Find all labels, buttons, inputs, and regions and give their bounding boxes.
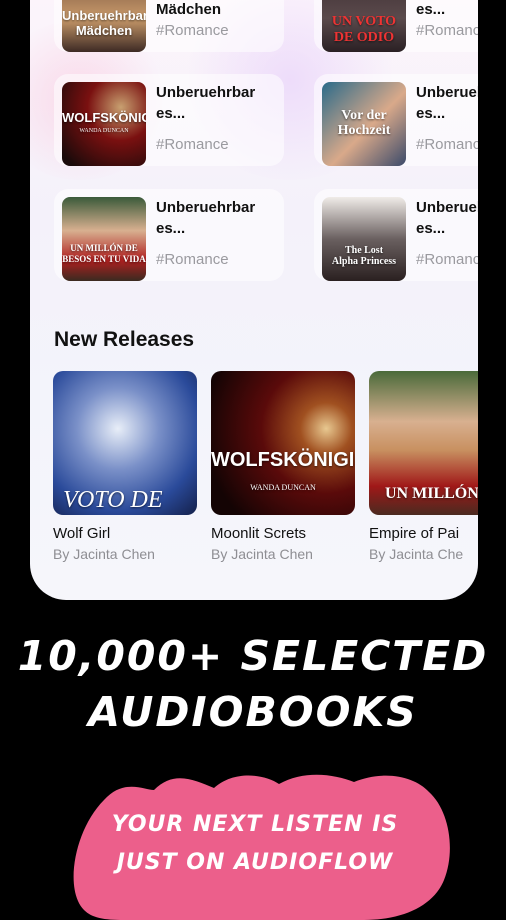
cover-title: WOLFSKÖNIGIN [62,110,146,125]
cover-title: WOLFSKÖNIGIN [211,449,355,471]
book-title: Unberuehrbar es... [156,199,256,237]
book-genre-tag: #Romance [156,251,229,268]
release-author: By Jacinta Chen [211,546,313,562]
book-genre-tag: #Romance [416,22,478,39]
cover-author: WANDA DUNCAN [79,128,129,134]
cover-title: UN VOTO DE ODIO [331,14,397,45]
book-genre-tag: #Romance [156,22,229,39]
book-genre-tag: #Romance [156,136,229,153]
book-cover[interactable]: UN MILLÓN DE BESOS EN TU VIDA [62,197,146,281]
book-card[interactable]: Vor der Hochzeit Unberuehrbar es... #Rom… [314,74,478,166]
book-cover[interactable]: Unberuehrbares Mädchen [62,0,146,52]
book-card[interactable]: UN MILLÓN DE BESOS EN TU VIDA Unberuehrb… [54,189,284,281]
cover-title: Vor der Hochzeit [337,108,391,138]
book-title: Unberuehrbar es... [416,199,478,237]
book-card[interactable]: UN VOTO DE ODIO ... es... #Romance [314,0,478,52]
release-author: By Jacinta Che [369,546,464,562]
cover-title: UN MILLÓN DE BESOS EN TU VIDA [62,243,146,264]
book-title: Unberueuhbares Mädchen [156,1,222,18]
section-title-new-releases: New Releases [54,328,195,351]
book-card[interactable]: Unberuehrbares Mädchen Unberueuhbares Mä… [54,0,284,52]
book-title: ... es... [416,1,446,18]
release-cover[interactable]: UN MILLÓN [369,371,478,515]
book-genre-tag: #Romance [416,251,478,268]
promo-headline: 10,000+ SELECTED AUDIOBOOKS [17,632,489,736]
book-cover[interactable]: The Lost Alpha Princess [322,197,406,281]
release-cover[interactable]: VOTO DE [53,371,197,515]
release-title: Wolf Girl [53,525,111,542]
cover-title: VOTO DE [63,487,163,513]
release-cover[interactable]: WOLFSKÖNIGIN WANDA DUNCAN [211,371,355,515]
book-cover[interactable]: Vor der Hochzeit [322,82,406,166]
release-title: Moonlit Screts [211,525,307,542]
book-title: Unberuehrbar es... [156,84,256,122]
release-item[interactable]: WOLFSKÖNIGIN WANDA DUNCAN Moonlit Screts… [211,371,357,562]
app-screen: Unberuehrbares Mädchen Unberueuhbares Mä… [30,0,478,600]
promo-subline: YOUR NEXT LISTEN IS JUST ON AUDIOFLOW [111,812,399,875]
release-title: Empire of Pai [369,525,460,542]
cover-author: WANDA DUNCAN [250,483,316,492]
book-cover[interactable]: WOLFSKÖNIGIN WANDA DUNCAN [62,82,146,166]
release-item[interactable]: VOTO DE Wolf Girl By Jacinta Chen [53,371,199,562]
release-item[interactable]: UN MILLÓN Empire of Pai By Jacinta Che [369,371,478,562]
book-cover[interactable]: UN VOTO DE ODIO [322,0,406,52]
cover-title: Unberuehrbares Mädchen [62,8,146,38]
cover-title: UN MILLÓN [385,485,478,502]
release-author: By Jacinta Chen [53,546,155,562]
book-genre-tag: #Romance [416,136,478,153]
book-title: Unberuehrbar es... [416,84,478,122]
book-card[interactable]: The Lost Alpha Princess Unberuehrbar es.… [314,189,478,281]
cover-title: The Lost Alpha Princess [331,245,397,267]
book-card[interactable]: WOLFSKÖNIGIN WANDA DUNCAN Unberuehrbar e… [54,74,284,166]
